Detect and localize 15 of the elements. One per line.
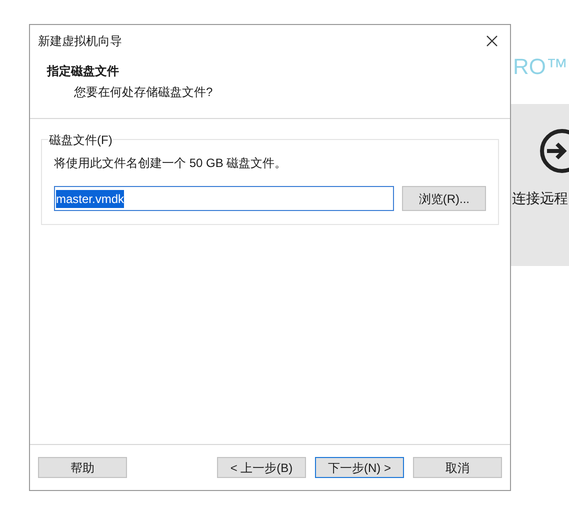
- disk-size-text: 将使用此文件名创建一个 50 GB 磁盘文件。: [54, 155, 288, 172]
- page-title: 指定磁盘文件: [47, 63, 120, 80]
- close-button[interactable]: [484, 32, 500, 48]
- browse-button[interactable]: 浏览(R)...: [402, 186, 486, 211]
- logo-text: RO™: [513, 56, 568, 78]
- dialog-button[interactable]: < 上一步(B): [217, 457, 306, 478]
- dialog-button[interactable]: 取消: [413, 457, 502, 478]
- page-subtitle: 您要在何处存储磁盘文件?: [73, 84, 214, 101]
- window-title: 新建虚拟机向导: [38, 32, 122, 50]
- file-name-field[interactable]: master.vmdk: [54, 186, 394, 211]
- group-label: 磁盘文件(F): [48, 131, 114, 149]
- connect-icon[interactable]: [539, 128, 569, 174]
- dialog-button[interactable]: 下一步(N) >: [315, 457, 404, 478]
- connect-label[interactable]: 连接远程: [512, 188, 568, 209]
- dialog-button[interactable]: 帮助: [38, 457, 127, 478]
